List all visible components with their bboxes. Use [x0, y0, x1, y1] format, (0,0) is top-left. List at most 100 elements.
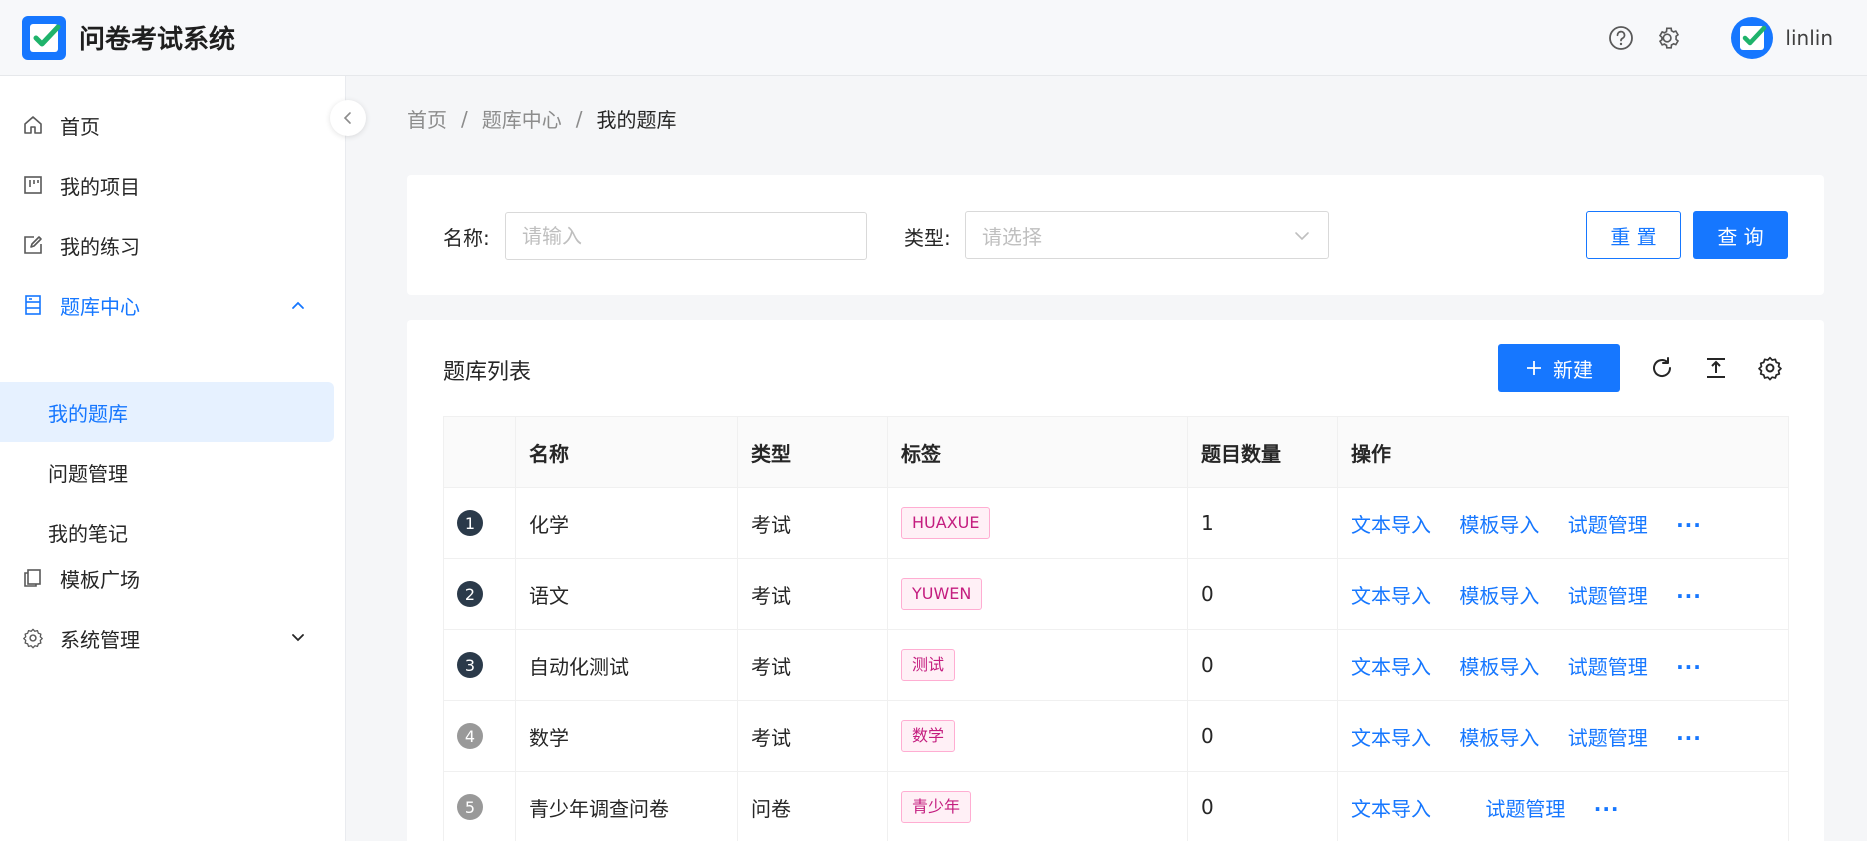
- row-index-badge: 1: [457, 510, 483, 536]
- chevron-down-icon: [288, 628, 308, 648]
- row-type: 考试: [737, 487, 888, 559]
- text-import-link[interactable]: 文本导入: [1351, 726, 1431, 750]
- question-bank-list-panel: 题库列表 新建 名称 类型 标签 题目数量 操作 1 化学 考试 HUAXUE …: [407, 320, 1824, 841]
- breadcrumb-separator: /: [575, 106, 583, 131]
- breadcrumb-current: 我的题库: [596, 108, 677, 132]
- row-name: 语文: [515, 558, 738, 630]
- text-import-link[interactable]: 文本导入: [1351, 655, 1431, 679]
- template-import-link[interactable]: 模板导入: [1459, 655, 1539, 679]
- logo-check-icon: [22, 15, 66, 60]
- row-name: 青少年调查问卷: [515, 771, 738, 841]
- more-actions-icon[interactable]: ···: [1676, 513, 1702, 537]
- sidebar-collapse-button[interactable]: [330, 100, 366, 136]
- table-row: 2 语文 考试 YUWEN 0 文本导入 模板导入 试题管理 ···: [443, 558, 1789, 630]
- copy-icon: [22, 567, 44, 589]
- row-name: 自动化测试: [515, 629, 738, 701]
- help-icon[interactable]: [1607, 24, 1635, 52]
- app-title: 问卷考试系统: [79, 25, 236, 55]
- new-button-label: 新建: [1553, 357, 1593, 382]
- home-icon: [22, 114, 44, 136]
- name-search-input[interactable]: [505, 212, 867, 260]
- sidebar-item-label: 系统管理: [60, 627, 140, 652]
- text-import-link[interactable]: 文本导入: [1351, 584, 1431, 608]
- new-button[interactable]: 新建: [1498, 344, 1620, 392]
- column-height-icon[interactable]: [1702, 354, 1730, 382]
- sidebar-item-projects[interactable]: 我的项目: [0, 155, 334, 215]
- column-header-index: [443, 416, 516, 488]
- refresh-icon[interactable]: [1648, 354, 1676, 382]
- row-name: 数学: [515, 700, 738, 772]
- sidebar-item-template-square[interactable]: 模板广场: [0, 548, 334, 608]
- table-row: 4 数学 考试 数学 0 文本导入 模板导入 试题管理 ···: [443, 700, 1789, 772]
- more-actions-icon[interactable]: ···: [1676, 655, 1702, 679]
- sidebar-item-label: 首页: [60, 114, 100, 139]
- user-avatar[interactable]: [1731, 17, 1774, 59]
- chevron-up-icon: [288, 295, 308, 315]
- search-panel: 名称: 类型: 请选择 重 置 查 询: [407, 175, 1824, 295]
- more-actions-icon[interactable]: ···: [1594, 797, 1620, 821]
- app-logo[interactable]: 问卷考试系统: [22, 15, 236, 60]
- template-import-link[interactable]: 模板导入: [1459, 513, 1539, 537]
- sidebar-item-system-management[interactable]: 系统管理: [0, 608, 334, 668]
- column-header-type: 类型: [737, 416, 888, 488]
- name-label: 名称:: [443, 226, 490, 250]
- more-actions-icon[interactable]: ···: [1676, 584, 1702, 608]
- row-name: 化学: [515, 487, 738, 559]
- query-button[interactable]: 查 询: [1693, 211, 1788, 259]
- column-header-name: 名称: [515, 416, 738, 488]
- row-index-badge: 3: [457, 652, 483, 678]
- row-type: 考试: [737, 700, 888, 772]
- row-tag: YUWEN: [901, 578, 983, 610]
- column-header-tag: 标签: [887, 416, 1188, 488]
- sidebar-item-label: 题库中心: [60, 294, 140, 319]
- template-import-link[interactable]: 模板导入: [1459, 584, 1539, 608]
- row-tag: 测试: [901, 649, 956, 681]
- type-label: 类型:: [904, 226, 951, 250]
- template-import-link[interactable]: 模板导入: [1459, 726, 1539, 750]
- question-management-link[interactable]: 试题管理: [1485, 797, 1565, 821]
- row-tag: HUAXUE: [901, 507, 991, 539]
- type-select[interactable]: 请选择: [965, 211, 1329, 259]
- question-bank-table: 名称 类型 标签 题目数量 操作 1 化学 考试 HUAXUE 1 文本导入 模…: [443, 416, 1789, 841]
- breadcrumb: 首页 / 题库中心 / 我的题库: [407, 104, 677, 133]
- sidebar-subitem-my-question-bank[interactable]: 我的题库: [0, 382, 334, 442]
- sidebar-item-label: 我的项目: [60, 174, 140, 199]
- reset-button[interactable]: 重 置: [1586, 211, 1681, 259]
- row-type: 考试: [737, 558, 888, 630]
- table-row: 5 青少年调查问卷 问卷 青少年 0 文本导入 试题管理 ···: [443, 771, 1789, 841]
- table-row: 1 化学 考试 HUAXUE 1 文本导入 模板导入 试题管理 ···: [443, 487, 1789, 559]
- row-count: 1: [1187, 487, 1338, 559]
- list-title: 题库列表: [443, 360, 532, 385]
- text-import-link[interactable]: 文本导入: [1351, 797, 1431, 821]
- row-type: 问卷: [737, 771, 888, 841]
- question-management-link[interactable]: 试题管理: [1568, 726, 1648, 750]
- table-header-row: 名称 类型 标签 题目数量 操作: [443, 416, 1789, 488]
- table-settings-icon[interactable]: [1756, 354, 1784, 382]
- row-index-badge: 5: [457, 794, 483, 820]
- row-tag: 数学: [901, 720, 956, 752]
- text-import-link[interactable]: 文本导入: [1351, 513, 1431, 537]
- row-type: 考试: [737, 629, 888, 701]
- breadcrumb-home[interactable]: 首页: [407, 104, 447, 133]
- username[interactable]: linlin: [1785, 26, 1833, 50]
- sidebar-item-practice[interactable]: 我的练习: [0, 215, 334, 275]
- sidebar-subitem-question-management[interactable]: 问题管理: [0, 442, 334, 502]
- question-management-link[interactable]: 试题管理: [1568, 513, 1648, 537]
- row-count: 0: [1187, 629, 1338, 701]
- row-index-badge: 2: [457, 581, 483, 607]
- type-select-placeholder: 请选择: [982, 224, 1042, 249]
- sidebar-item-home[interactable]: 首页: [0, 95, 334, 155]
- sidebar: 首页 我的项目 我的练习 题库中心 我的题库 问题管理 我的笔记 模板广场 系统…: [0, 76, 346, 841]
- breadcrumb-question-bank-center[interactable]: 题库中心: [482, 104, 562, 133]
- top-header: 问卷考试系统 linlin: [0, 0, 1867, 76]
- sidebar-item-question-bank-center[interactable]: 题库中心: [0, 275, 334, 335]
- question-management-link[interactable]: 试题管理: [1568, 655, 1648, 679]
- settings-gear-icon[interactable]: [1655, 24, 1683, 52]
- breadcrumb-separator: /: [461, 106, 468, 131]
- plus-icon: [1525, 359, 1543, 377]
- edit-icon: [22, 234, 44, 256]
- row-count: 0: [1187, 558, 1338, 630]
- question-management-link[interactable]: 试题管理: [1568, 584, 1648, 608]
- sidebar-item-label: 我的练习: [60, 234, 140, 259]
- more-actions-icon[interactable]: ···: [1676, 726, 1702, 750]
